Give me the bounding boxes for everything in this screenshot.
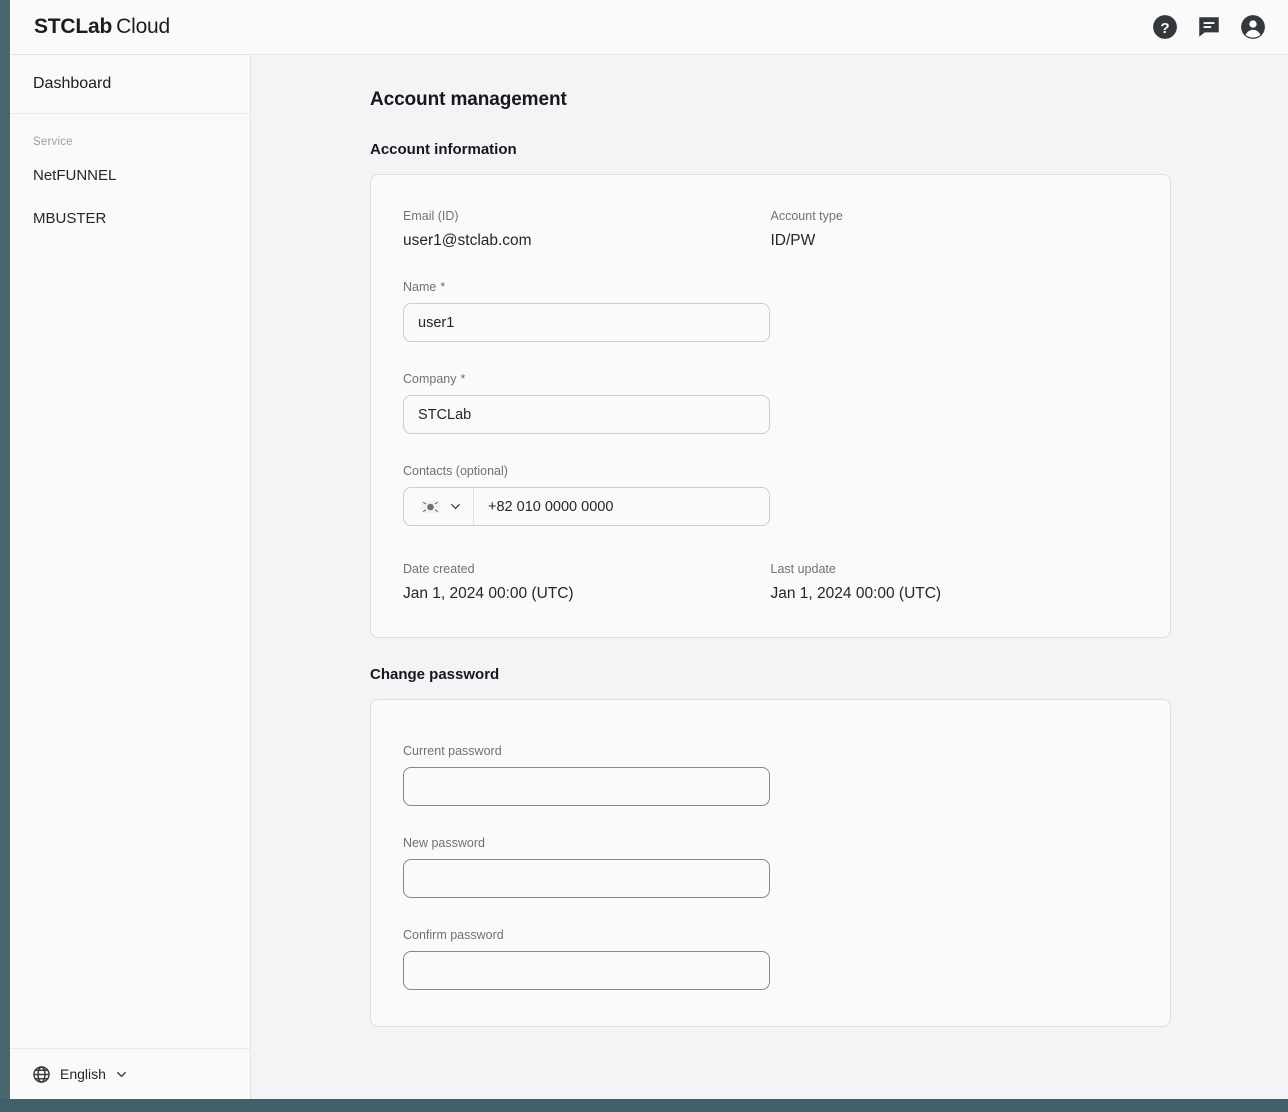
chevron-down-icon — [449, 500, 462, 513]
account-information-card: Email (ID) user1@stclab.com Account type… — [370, 174, 1171, 638]
new-password-label: New password — [403, 836, 485, 850]
language-selector[interactable]: English — [10, 1048, 250, 1099]
account-type-label: Account type — [770, 209, 843, 223]
email-field-group: Email (ID) user1@stclab.com — [403, 209, 771, 250]
current-password-group: Current password — [403, 744, 1138, 806]
change-password-heading: Change password — [370, 666, 500, 683]
new-password-group: New password — [403, 836, 1138, 898]
contacts-label: Contacts (optional) — [403, 464, 508, 478]
app-logo[interactable]: STCLab Cloud — [34, 15, 170, 39]
account-dates-row: Date created Jan 1, 2024 00:00 (UTC) Las… — [403, 562, 1138, 603]
help-icon[interactable]: ? — [1152, 14, 1178, 40]
current-password-label: Current password — [403, 744, 502, 758]
language-label: English — [60, 1066, 106, 1082]
flag-kr-icon — [421, 500, 440, 514]
required-asterisk: * — [460, 372, 466, 386]
company-label-text: Company — [403, 372, 457, 386]
account-icon[interactable] — [1240, 14, 1266, 40]
company-field-group: Company * — [403, 372, 1138, 434]
date-created-value: Jan 1, 2024 00:00 (UTC) — [403, 585, 574, 602]
window-left-edge — [0, 0, 10, 1112]
page-title: Account management — [370, 89, 567, 110]
date-created-label: Date created — [403, 562, 475, 576]
account-type-field-group: Account type ID/PW — [771, 209, 1139, 250]
sidebar-item-mbuster[interactable]: MBUSTER — [10, 197, 250, 240]
date-created-group: Date created Jan 1, 2024 00:00 (UTC) — [403, 562, 771, 603]
sidebar: Dashboard Service NetFUNNEL MBUSTER Engl… — [10, 55, 251, 1099]
window-bottom-edge — [0, 1099, 1288, 1112]
sidebar-item-label: NetFUNNEL — [33, 167, 117, 184]
country-code-select[interactable] — [404, 488, 474, 525]
header-actions: ? — [1152, 14, 1266, 40]
required-asterisk: * — [440, 280, 446, 294]
confirm-password-label: Confirm password — [403, 928, 504, 942]
app-header: STCLab Cloud ? — [10, 0, 1288, 55]
globe-icon — [32, 1065, 51, 1084]
chevron-down-icon — [115, 1068, 128, 1081]
name-label: Name * — [403, 280, 1138, 294]
app-root: STCLab Cloud ? Dashboard Service NetFUNNE… — [0, 0, 1288, 1112]
name-field-group: Name * — [403, 280, 1138, 342]
account-information-heading: Account information — [370, 141, 517, 158]
confirm-password-input[interactable] — [403, 951, 770, 990]
name-label-text: Name — [403, 280, 437, 294]
change-password-card: Current password New password Confirm pa… — [370, 699, 1171, 1027]
chat-icon[interactable] — [1196, 14, 1222, 40]
confirm-password-group: Confirm password — [403, 928, 1138, 990]
contacts-input-wrapper — [403, 487, 770, 526]
name-input[interactable] — [403, 303, 770, 342]
last-update-value: Jan 1, 2024 00:00 (UTC) — [770, 585, 942, 602]
svg-text:?: ? — [1160, 20, 1169, 37]
current-password-input[interactable] — [403, 767, 770, 806]
last-update-label: Last update — [770, 562, 836, 576]
company-label: Company * — [403, 372, 1138, 386]
contacts-field-group: Contacts (optional) — [403, 464, 1138, 526]
sidebar-item-label: Dashboard — [33, 75, 112, 92]
account-type-value: ID/PW — [770, 232, 816, 249]
logo-brand: STCLab — [34, 15, 113, 38]
logo-suffix: Cloud — [116, 15, 171, 38]
sidebar-group-service: Service — [33, 136, 73, 148]
company-input[interactable] — [403, 395, 770, 434]
email-value: user1@stclab.com — [403, 232, 532, 249]
sidebar-item-netfunnel[interactable]: NetFUNNEL — [10, 154, 250, 197]
last-update-group: Last update Jan 1, 2024 00:00 (UTC) — [771, 562, 1139, 603]
sidebar-item-label: MBUSTER — [33, 210, 107, 227]
main-content: Account management Account information E… — [252, 56, 1288, 1099]
new-password-input[interactable] — [403, 859, 770, 898]
account-readonly-row: Email (ID) user1@stclab.com Account type… — [403, 209, 1138, 250]
contacts-phone-input[interactable] — [474, 488, 769, 525]
email-label: Email (ID) — [403, 209, 459, 223]
sidebar-item-dashboard[interactable]: Dashboard — [10, 55, 250, 114]
